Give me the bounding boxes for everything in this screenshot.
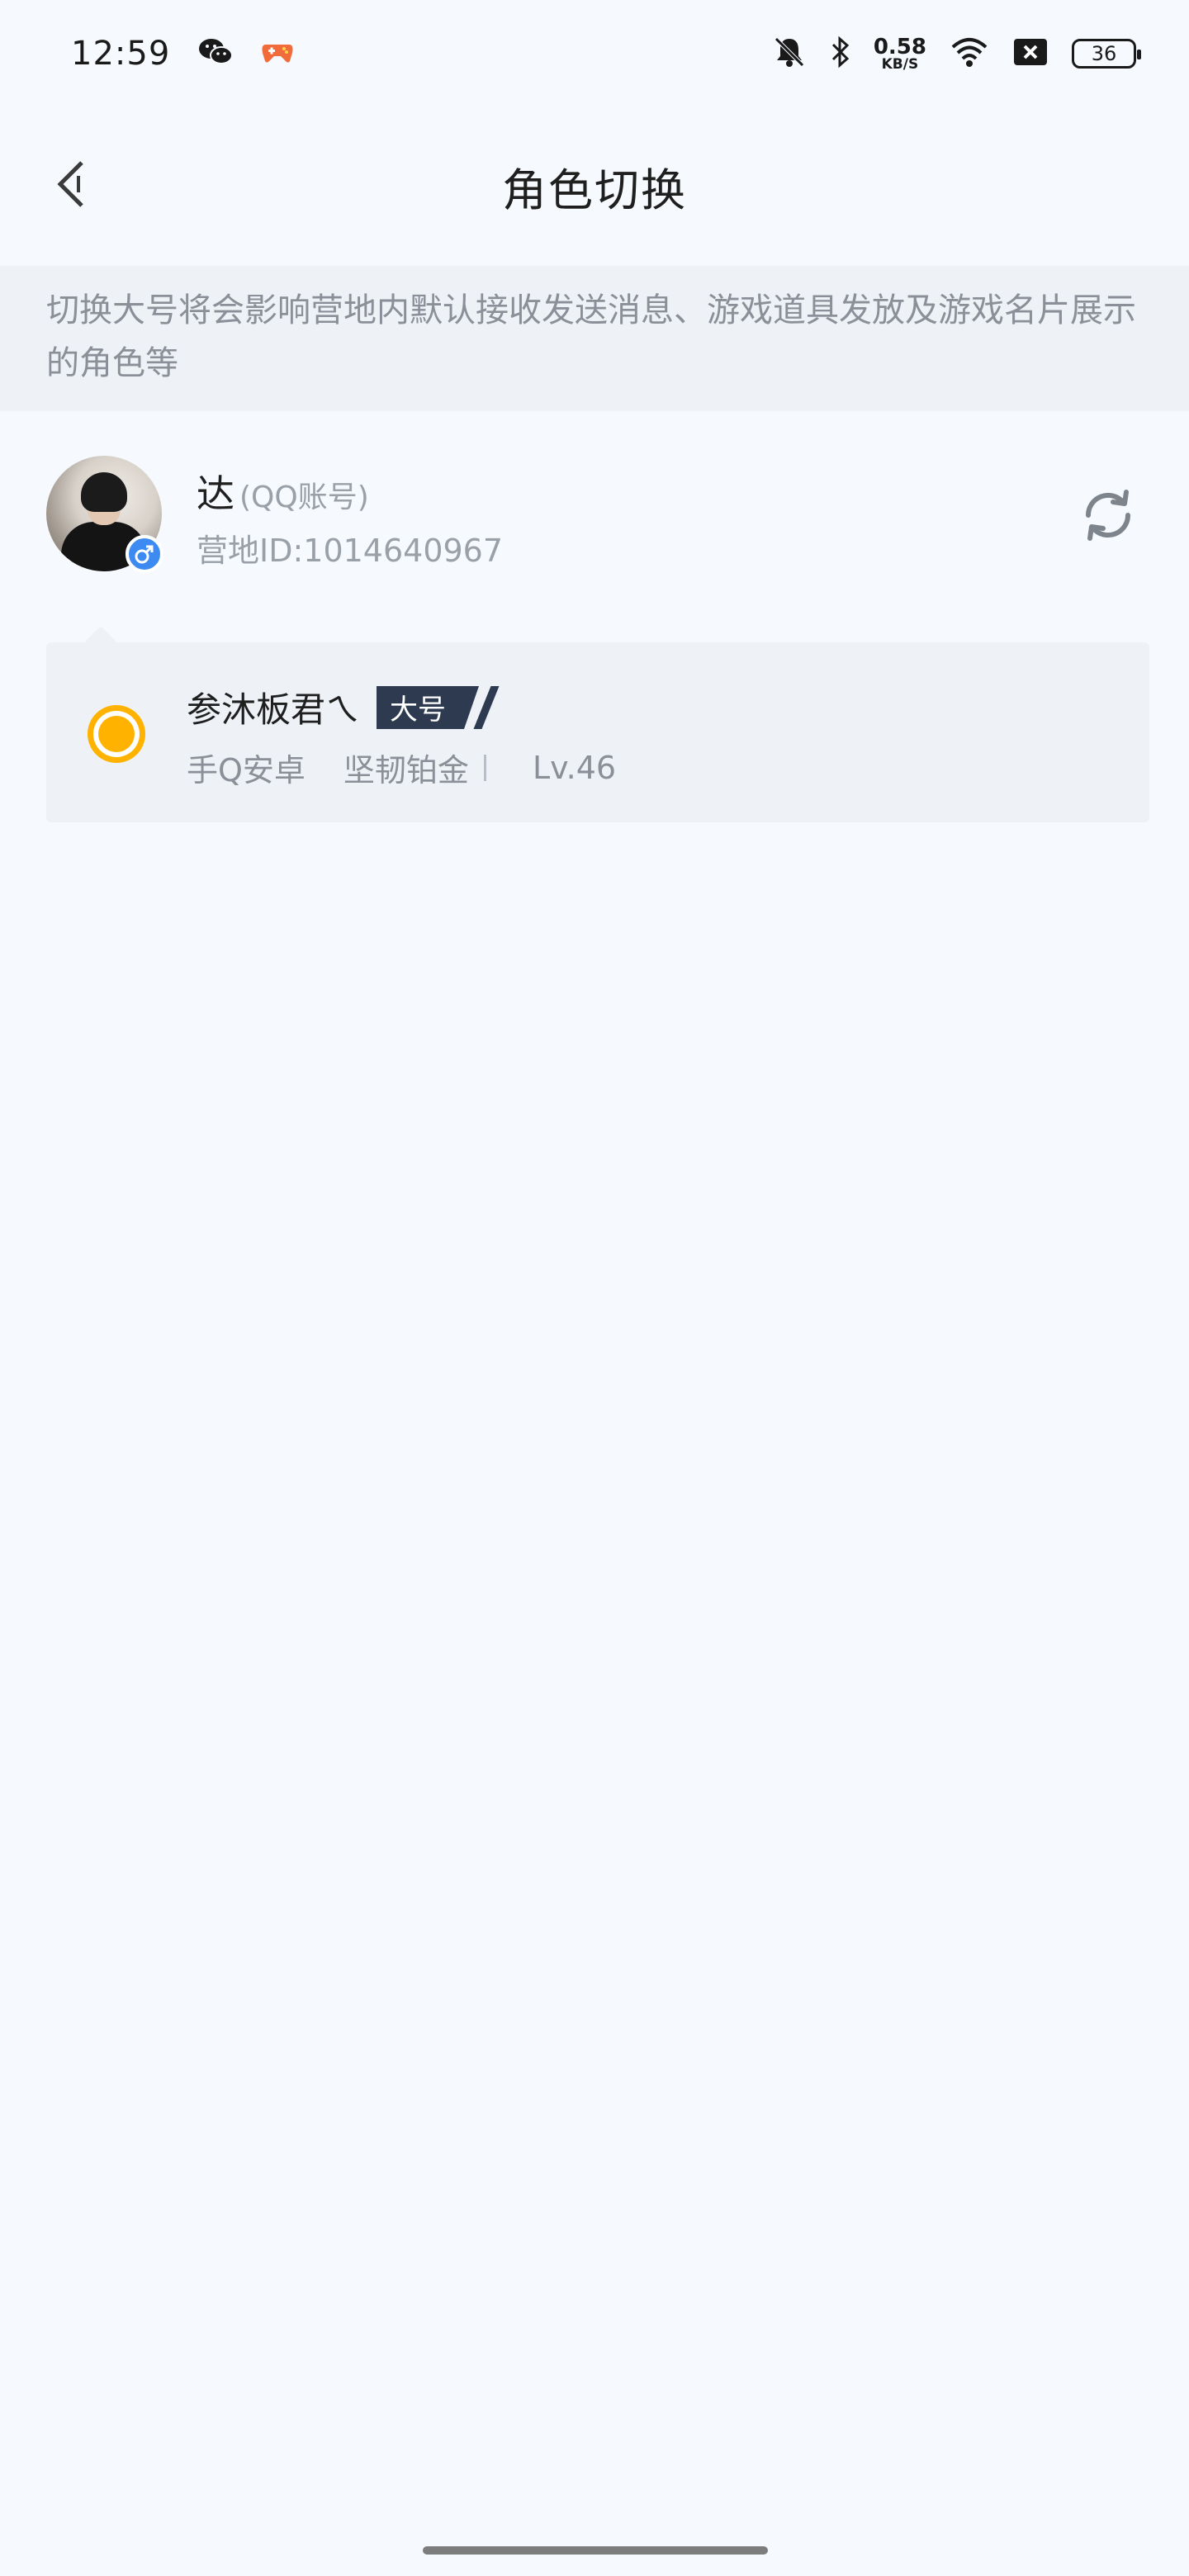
account-name-row: 达 (QQ账号) <box>197 464 369 519</box>
notice-banner: 切换大号将会影响营地内默认接收发送消息、游戏道具发放及游戏名片展示的角色等 <box>0 266 1189 411</box>
role-level: Lv.46 <box>532 749 617 786</box>
mute-icon <box>771 36 808 72</box>
role-name: 参沐板君ㄟ <box>187 689 361 730</box>
refresh-button[interactable] <box>1073 482 1143 552</box>
chevron-left-icon <box>54 158 90 214</box>
status-left: 12:59 <box>71 35 294 73</box>
bluetooth-icon <box>831 36 850 72</box>
status-time: 12:59 <box>71 35 171 73</box>
wechat-icon <box>198 36 234 71</box>
header: 角色切换 <box>0 132 1189 239</box>
status-bar: 12:59 0.58 KB/S 36 <box>0 0 1189 107</box>
role-platform: 手Q安卓 <box>187 752 306 788</box>
battery-icon: 36 <box>1072 39 1141 69</box>
page-title: 角色切换 <box>502 163 687 216</box>
male-icon <box>126 535 163 573</box>
home-indicator[interactable] <box>423 2546 768 2555</box>
back-button[interactable] <box>43 157 101 215</box>
account-name: 达 <box>197 471 234 516</box>
role-card[interactable]: 参沐板君ㄟ 大号 手Q安卓 坚韧铂金 Lv.46 <box>46 626 1149 822</box>
notice-text: 切换大号将会影响营地内默认接收发送消息、游戏道具发放及游戏名片展示的角色等 <box>46 291 1136 382</box>
account-id: 营地ID:1014640967 <box>197 533 504 569</box>
sim-off-icon <box>1012 36 1049 72</box>
game-controller-icon <box>261 40 294 68</box>
network-speed: 0.58 KB/S <box>873 34 926 73</box>
account-row: 达 (QQ账号) 营地ID:1014640967 <box>0 446 1189 586</box>
role-name-row: 参沐板君ㄟ 大号 <box>187 682 500 732</box>
refresh-icon <box>1077 484 1139 550</box>
wifi-icon <box>950 36 989 72</box>
role-meta: 手Q安卓 坚韧铂金 Lv.46 <box>187 745 616 790</box>
role-radio-selected[interactable] <box>88 705 145 763</box>
divider <box>483 754 486 781</box>
card-pointer <box>84 626 117 659</box>
role-rank: 坚韧铂金 <box>343 752 469 788</box>
main-account-badge: 大号 <box>377 685 480 729</box>
avatar[interactable] <box>46 456 163 573</box>
account-type: (QQ账号) <box>239 481 369 514</box>
status-right: 0.58 KB/S 36 <box>771 34 1141 73</box>
